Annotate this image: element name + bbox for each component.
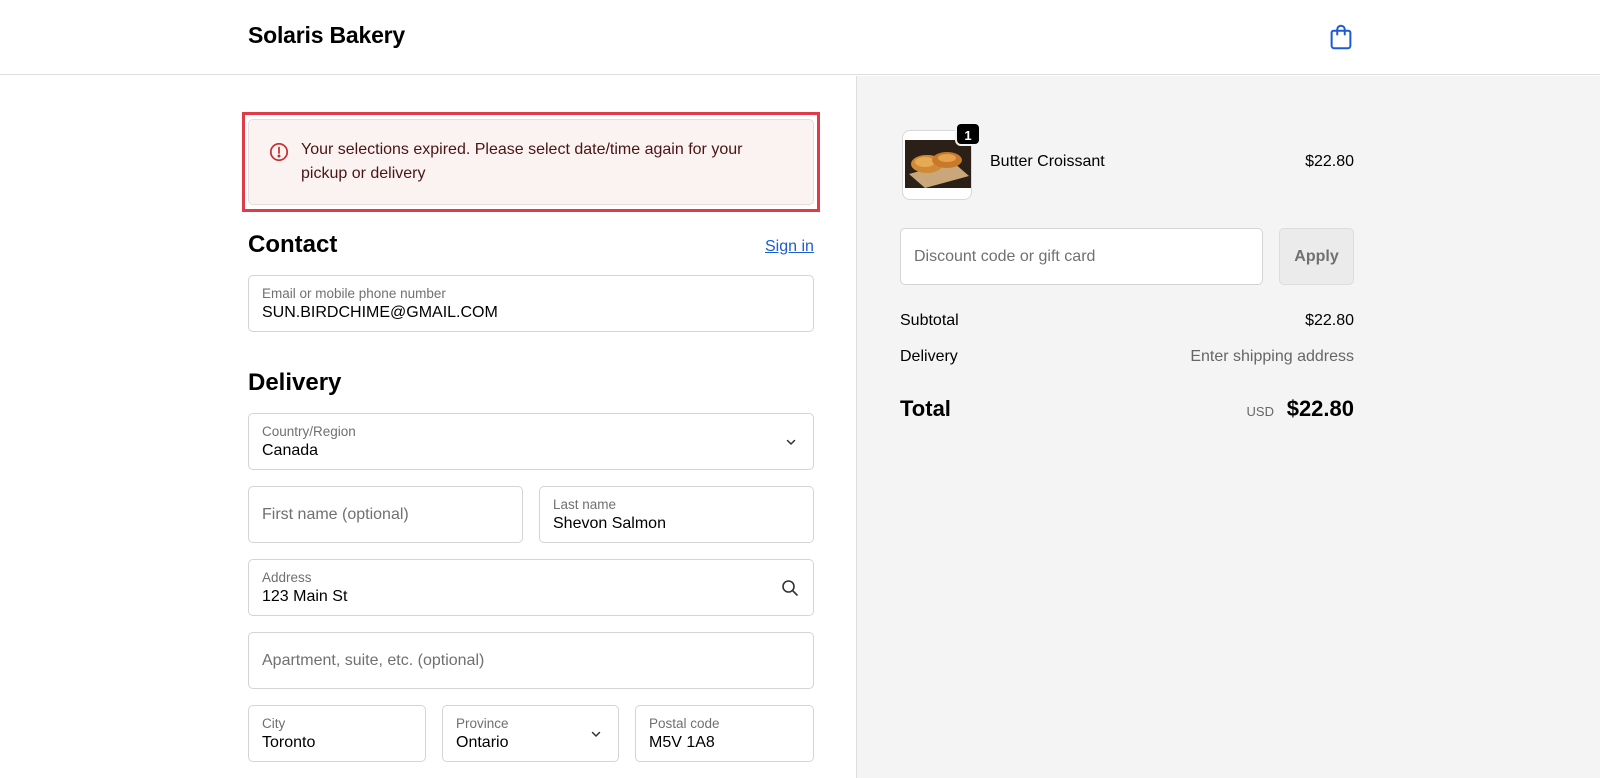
last-name-value: Shevon Salmon [553, 515, 666, 532]
last-name-field[interactable]: Last name Shevon Salmon [539, 486, 814, 543]
delivery-title: Delivery [248, 369, 342, 396]
address-value: 123 Main St [262, 588, 348, 605]
store-brand[interactable]: Solaris Bakery [248, 22, 405, 49]
address-label: Address [262, 570, 312, 585]
subtotal-label: Subtotal [900, 312, 959, 329]
postal-code-field[interactable]: Postal code M5V 1A8 [635, 705, 814, 762]
province-select[interactable]: Province Ontario [442, 705, 619, 762]
item-name: Butter Croissant [990, 153, 1105, 170]
address-field[interactable]: Address 123 Main St [248, 559, 814, 616]
alert-circle-icon [269, 142, 289, 162]
header: Solaris Bakery [0, 0, 1600, 75]
chevron-down-icon [591, 731, 601, 737]
last-name-label: Last name [553, 497, 617, 512]
expired-selection-alert: Your selections expired. Please select d… [248, 119, 814, 205]
province-value: Ontario [456, 734, 509, 751]
discount-placeholder: Discount code or gift card [914, 248, 1096, 265]
email-value: SUN.BIRDCHIME@GMAIL.COM [262, 304, 498, 321]
apartment-field[interactable]: Apartment, suite, etc. (optional) [248, 632, 814, 689]
apply-discount-button[interactable]: Apply [1279, 228, 1354, 285]
sign-in-link[interactable]: Sign in [765, 238, 814, 256]
discount-code-input[interactable]: Discount code or gift card [900, 228, 1263, 285]
delivery-label: Delivery [900, 348, 958, 365]
croissant-image [905, 140, 971, 188]
contact-title: Contact [248, 231, 338, 258]
city-value: Toronto [262, 734, 316, 751]
province-label: Province [456, 716, 509, 731]
city-field[interactable]: City Toronto [248, 705, 426, 762]
chevron-down-icon [786, 439, 796, 445]
item-price: $22.80 [1305, 153, 1354, 170]
quantity-badge: 1 [955, 122, 981, 146]
email-label: Email or mobile phone number [262, 286, 446, 301]
first-name-field[interactable]: First name (optional) [248, 486, 523, 543]
total-currency: USD [1246, 404, 1274, 419]
city-label: City [262, 716, 286, 731]
email-field[interactable]: Email or mobile phone number SUN.BIRDCHI… [248, 275, 814, 332]
total-value: $22.80 [1286, 396, 1354, 421]
postal-code-value: M5V 1A8 [649, 734, 715, 751]
apartment-placeholder: Apartment, suite, etc. (optional) [262, 652, 485, 669]
shopping-bag-icon[interactable] [1326, 22, 1356, 52]
first-name-placeholder: First name (optional) [262, 506, 409, 523]
subtotal-value: $22.80 [1305, 312, 1354, 329]
country-value: Canada [262, 442, 319, 459]
country-select[interactable]: Country/Region Canada [248, 413, 814, 470]
postal-code-label: Postal code [649, 716, 720, 731]
search-icon[interactable] [781, 579, 799, 597]
country-label: Country/Region [262, 424, 356, 439]
delivery-value: Enter shipping address [1190, 348, 1354, 365]
total-label: Total [900, 396, 951, 421]
alert-message: Your selections expired. Please select d… [301, 141, 743, 182]
